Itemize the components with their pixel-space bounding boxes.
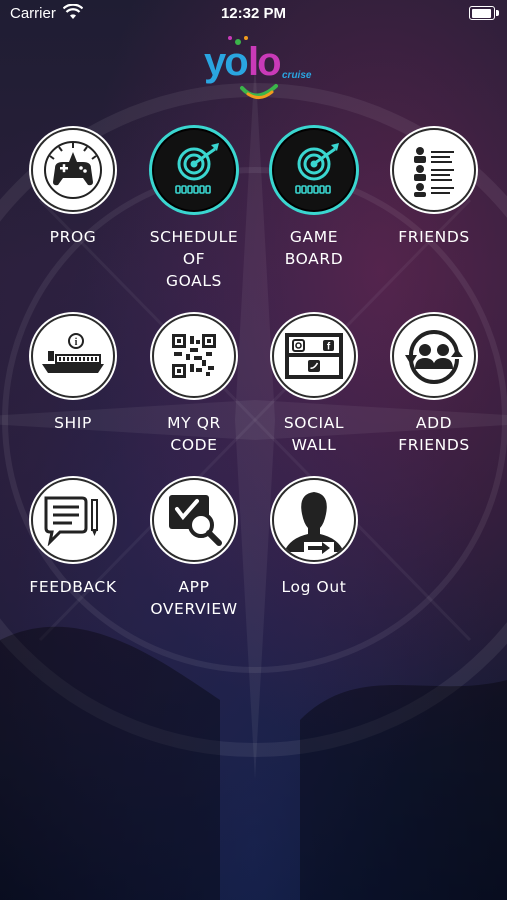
people-list-icon: [414, 147, 454, 197]
menu-prog[interactable]: PROG: [13, 128, 133, 248]
social-wall-icon: f: [285, 333, 343, 379]
menu-game-board[interactable]: GAME BOARD: [254, 128, 374, 270]
gamepad-icon: [44, 141, 102, 199]
menu-log-out[interactable]: Log Out: [254, 478, 374, 598]
feedback-button-circle[interactable]: [31, 478, 115, 562]
qr-button-circle[interactable]: [152, 314, 236, 398]
ship-button-circle[interactable]: i: [31, 314, 115, 398]
addfriends-label: ADD FRIENDS: [398, 414, 470, 454]
logout-button-circle[interactable]: [272, 478, 356, 562]
overview-label: APP OVERVIEW: [150, 578, 238, 618]
app-overview-icon: [169, 495, 222, 546]
menu-schedule-of-goals[interactable]: SCHEDULE OF GOALS: [134, 128, 254, 292]
target-icon: [175, 143, 219, 194]
menu-add-friends[interactable]: ADD FRIENDS: [374, 314, 494, 456]
ship-icon: i: [42, 333, 104, 373]
gameboard-button-circle[interactable]: [272, 128, 356, 212]
add-friends-icon: [405, 330, 463, 384]
menu-social-wall[interactable]: f SOCIAL WALL: [254, 314, 374, 456]
logo-text-yo: yo: [204, 40, 249, 84]
qr-label: MY QR CODE: [167, 414, 221, 454]
menu-friends[interactable]: FRIENDS: [374, 128, 494, 248]
status-time: 12:32 PM: [220, 5, 287, 22]
feedback-icon: [44, 496, 98, 546]
logout-icon: [284, 492, 344, 554]
status-bar: Carrier 12:32 PM: [0, 0, 507, 28]
target-icon: [295, 143, 339, 194]
addfriends-button-circle[interactable]: [392, 314, 476, 398]
prog-button-circle[interactable]: [31, 128, 115, 212]
prog-label: PROG: [49, 228, 97, 246]
overview-button-circle[interactable]: [152, 478, 236, 562]
schedule-label: SCHEDULE OF GOALS: [149, 228, 239, 290]
schedule-button-circle[interactable]: [152, 128, 236, 212]
menu-ship[interactable]: i SHIP: [13, 314, 133, 434]
menu-feedback[interactable]: FEEDBACK: [13, 478, 133, 598]
social-button-circle[interactable]: f: [272, 314, 356, 398]
menu-app-overview[interactable]: APP OVERVIEW: [134, 478, 254, 620]
logout-label: Log Out: [281, 578, 347, 596]
battery-icon: [469, 6, 499, 20]
logo-text-cruise: cruise: [282, 70, 312, 81]
gameboard-label: GAME BOARD: [284, 228, 344, 268]
qr-code-icon: [172, 334, 216, 378]
social-label: SOCIAL WALL: [283, 414, 345, 454]
ship-label: SHIP: [54, 414, 92, 432]
friends-label: FRIENDS: [398, 228, 470, 246]
logo-text-lo: lo: [248, 40, 282, 84]
menu-my-qr-code[interactable]: MY QR CODE: [134, 314, 254, 456]
friends-button-circle[interactable]: [392, 128, 476, 212]
feedback-label: FEEDBACK: [29, 578, 117, 596]
svg-text:i: i: [75, 337, 78, 348]
app-logo: yo lo cruise: [198, 32, 312, 102]
